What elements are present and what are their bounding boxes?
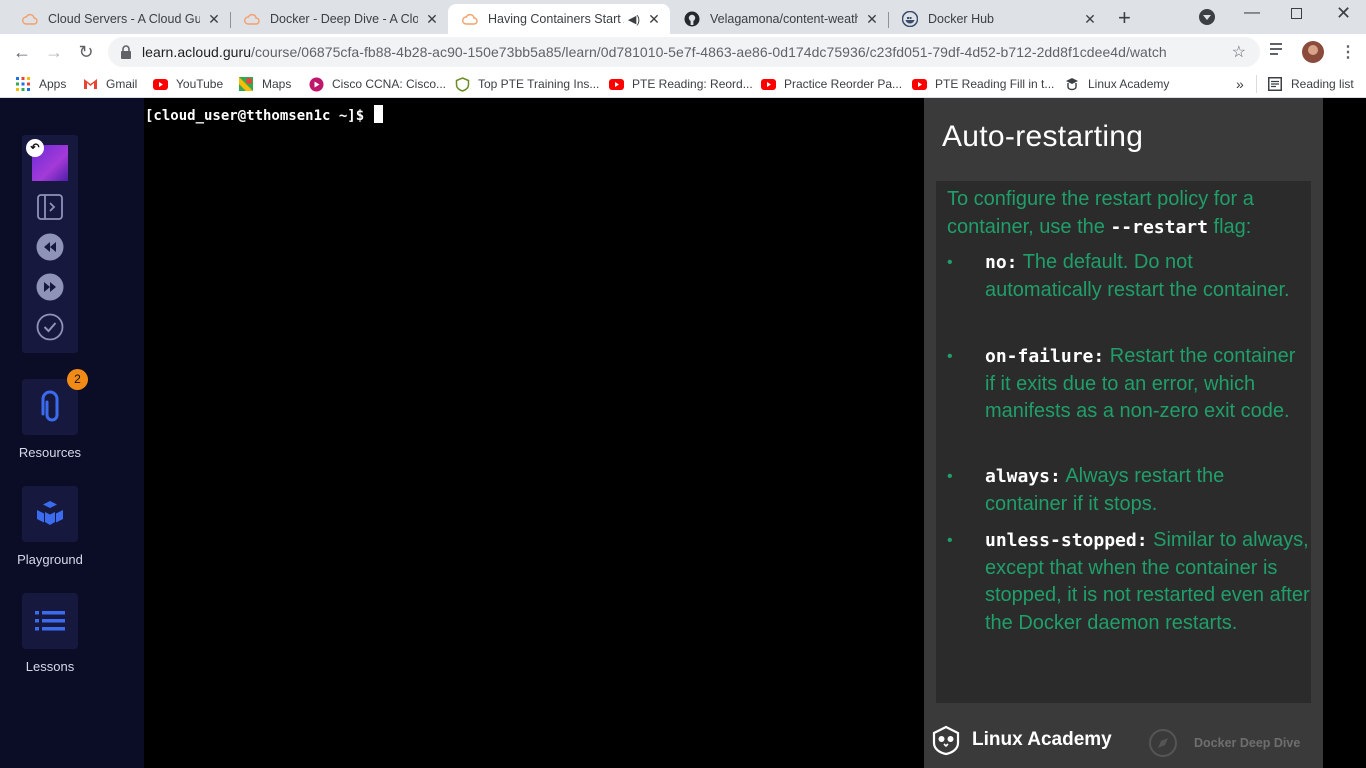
bookmark-pte-fill[interactable]: PTE Reading Fill in t...: [911, 75, 1054, 93]
bookmark-cisco-ccna[interactable]: Cisco CCNA: Cisco...: [308, 75, 446, 93]
course-player-page: ↶ 2 Resources Playground Lessons [cloud_…: [0, 98, 1366, 768]
tab-docker-hub[interactable]: Docker Hub ✕: [888, 4, 1106, 34]
forward-arrow-icon[interactable]: →: [42, 40, 66, 64]
cisco-icon: [308, 76, 324, 92]
terminal-cursor: [373, 105, 383, 123]
cubes-icon: [37, 501, 63, 525]
course-thumbnail[interactable]: ↶: [26, 139, 68, 181]
tab-having-containers-start[interactable]: Having Containers Start A ◀) ✕: [448, 4, 670, 34]
slide-content-box: To configure the restart policy for a co…: [936, 181, 1311, 703]
close-tab-icon[interactable]: ✕: [424, 11, 440, 27]
maps-icon: [238, 76, 254, 92]
youtube-icon: [911, 76, 927, 92]
close-tab-icon[interactable]: ✕: [646, 11, 662, 27]
bookmark-gmail[interactable]: Gmail: [82, 75, 137, 93]
tab-search-icon[interactable]: [1199, 9, 1215, 25]
address-bar[interactable]: learn.acloud.guru/course/06875cfa-fb88-4…: [108, 37, 1260, 67]
minimize-window-icon[interactable]: —: [1244, 4, 1260, 22]
lessons-label[interactable]: Lessons: [0, 659, 100, 674]
pte-icon: [454, 76, 470, 92]
player-controls-panel: ↶: [22, 135, 78, 353]
bookmark-linux-academy[interactable]: Linux Academy: [1064, 75, 1169, 93]
close-window-icon[interactable]: ✕: [1336, 3, 1351, 24]
reading-list-icon: [1267, 76, 1283, 92]
playground-label[interactable]: Playground: [0, 552, 100, 567]
playground-button[interactable]: [22, 486, 78, 542]
bookmarks-divider: [1256, 75, 1257, 93]
bookmark-maps[interactable]: Maps: [238, 75, 291, 93]
linux-academy-logo: Linux Academy: [930, 724, 1112, 756]
bookmark-pte-reading-reorder[interactable]: PTE Reading: Reord...: [608, 75, 753, 93]
bookmarks-overflow[interactable]: »: [1236, 75, 1244, 93]
acg-cloud-icon: [244, 11, 260, 27]
mark-complete-icon[interactable]: [36, 313, 64, 341]
restore-window-icon[interactable]: [1291, 8, 1302, 19]
url-text: learn.acloud.guru/course/06875cfa-fb88-4…: [142, 44, 1167, 60]
close-tab-icon[interactable]: ✕: [864, 11, 880, 27]
acg-cloud-icon: [22, 11, 38, 27]
back-icon[interactable]: ↶: [26, 139, 44, 157]
list-icon: [35, 611, 65, 631]
bookmark-top-pte[interactable]: Top PTE Training Ins...: [454, 75, 599, 93]
bookmark-star-icon[interactable]: ☆: [1232, 42, 1246, 62]
linux-academy-icon: [1064, 76, 1080, 92]
docker-icon: [902, 11, 918, 27]
course-sidebar: ↶ 2 Resources Playground Lessons: [0, 98, 144, 768]
course-name-logo: Docker Deep Dive: [1148, 728, 1300, 758]
browser-tab-strip: Cloud Servers - A Cloud Guru ✕ Docker - …: [0, 0, 1366, 34]
slide-title: Auto-restarting: [942, 120, 1144, 153]
profile-avatar[interactable]: [1302, 41, 1324, 63]
bookmark-youtube[interactable]: YouTube: [152, 75, 223, 93]
bookmarks-bar: Apps Gmail YouTube Maps Cisco CCNA: Cisc…: [0, 70, 1366, 98]
close-tab-icon[interactable]: ✕: [206, 11, 222, 27]
audio-playing-icon[interactable]: ◀): [628, 13, 640, 26]
paperclip-icon: [41, 390, 59, 422]
slide-footer: Linux Academy Docker Deep Dive: [924, 710, 1323, 768]
apps-grid-icon: [15, 76, 31, 92]
acg-cloud-icon: [462, 11, 478, 27]
owl-icon: [932, 725, 960, 756]
gmail-icon: [82, 76, 98, 92]
terminal-prompt: [cloud_user@tthomsen1c ~]$: [145, 105, 383, 124]
toggle-panel-icon[interactable]: [36, 193, 64, 221]
bookmark-apps[interactable]: Apps: [15, 75, 66, 93]
media-queue-icon[interactable]: [1270, 43, 1288, 57]
bookmark-practice-reorder[interactable]: Practice Reorder Pa...: [760, 75, 902, 93]
github-icon: [684, 11, 700, 27]
lock-icon: [121, 45, 131, 59]
tab-github-content-weather[interactable]: Velagamona/content-weathe ✕: [670, 4, 889, 34]
lessons-button[interactable]: [22, 593, 78, 649]
rewind-icon[interactable]: [36, 233, 64, 261]
back-arrow-icon[interactable]: ←: [10, 40, 34, 64]
close-tab-icon[interactable]: ✕: [1082, 11, 1098, 27]
video-letterbox: [1323, 98, 1366, 768]
youtube-icon: [152, 76, 168, 92]
video-slide: Auto-restarting To configure the restart…: [924, 98, 1323, 768]
resources-label[interactable]: Resources: [0, 445, 100, 460]
tab-docker-deep-dive[interactable]: Docker - Deep Dive - A Cloud ✕: [230, 4, 448, 34]
youtube-icon: [608, 76, 624, 92]
browser-toolbar: ← → ↻ learn.acloud.guru/course/06875cfa-…: [0, 34, 1366, 70]
fast-forward-icon[interactable]: [36, 273, 64, 301]
resources-count-badge: 2: [67, 369, 88, 390]
youtube-icon: [760, 76, 776, 92]
reload-icon[interactable]: ↻: [74, 40, 98, 64]
compass-icon: [1149, 729, 1177, 757]
reading-list-button[interactable]: Reading list: [1267, 75, 1354, 93]
new-tab-button[interactable]: +: [1118, 5, 1131, 31]
slide-intro: To configure the restart policy for a co…: [947, 188, 1254, 238]
more-menu-icon[interactable]: ⋮: [1340, 42, 1356, 62]
tab-cloud-servers[interactable]: Cloud Servers - A Cloud Guru ✕: [8, 4, 231, 34]
terminal-panel[interactable]: [cloud_user@tthomsen1c ~]$: [144, 98, 924, 768]
